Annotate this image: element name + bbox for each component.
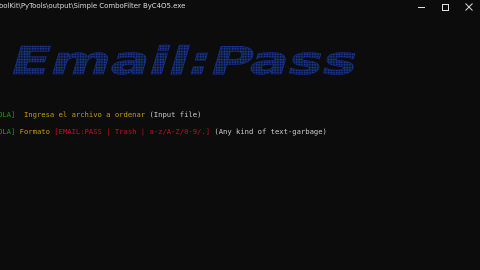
close-button[interactable] xyxy=(458,0,480,14)
line-tag: OLA] xyxy=(0,110,16,119)
minimize-icon xyxy=(417,6,425,8)
format-spec: [EMAIL:PASS | Trash | a-z/A-Z/0-9/.] xyxy=(54,127,211,136)
format-hint: (Any kind of text-garbage) xyxy=(214,127,327,136)
close-icon xyxy=(465,3,473,11)
input-prompt: Ingresa el archivo a ordenar xyxy=(23,110,146,119)
format-label: Formato xyxy=(19,127,50,136)
title-bar[interactable]: ToolKit\PyTools\output\Simple ComboFilte… xyxy=(0,0,480,14)
input-hint: (Input file) xyxy=(149,110,202,119)
window-title: ToolKit\PyTools\output\Simple ComboFilte… xyxy=(0,2,186,10)
maximize-icon xyxy=(441,3,449,11)
line-tag: OLA] xyxy=(0,127,16,136)
prompt-line-format: OLA] Formato [EMAIL:PASS | Trash | a-z/A… xyxy=(0,127,327,136)
banner-text: Email:Pass xyxy=(12,39,357,83)
ascii-banner: Email:Pass xyxy=(8,35,368,85)
prompt-line-input: OLA] Ingresa el archivo a ordenar (Input… xyxy=(0,110,201,119)
terminal-window: ToolKit\PyTools\output\Simple ComboFilte… xyxy=(0,0,480,270)
minimize-button[interactable] xyxy=(410,0,432,14)
maximize-button[interactable] xyxy=(434,0,456,14)
